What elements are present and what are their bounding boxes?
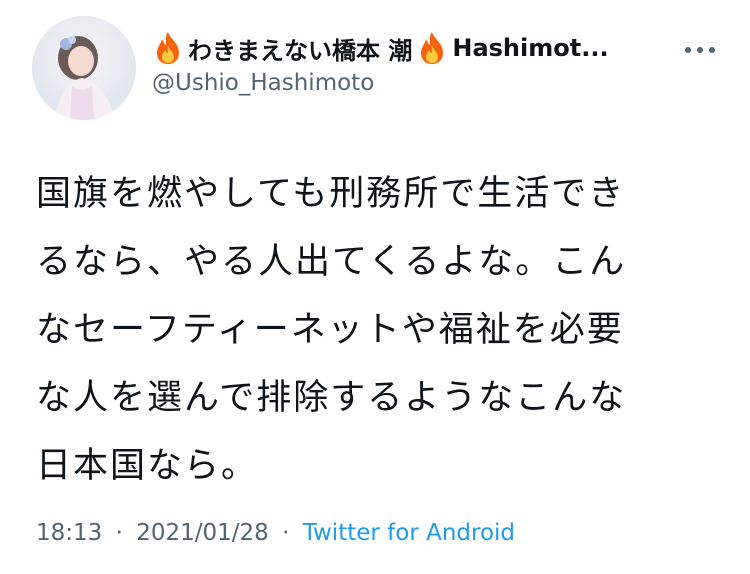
tweet-date[interactable]: 2021/01/28 bbox=[136, 520, 269, 546]
author-block[interactable]: わきまえない橋本 潮 Hashimot... @Ushio_Hashimoto bbox=[152, 28, 672, 96]
meta-separator: · bbox=[282, 520, 290, 546]
tweet-card: わきまえない橋本 潮 Hashimot... @Ushio_Hashimoto … bbox=[0, 0, 750, 574]
tweet-time[interactable]: 18:13 bbox=[36, 520, 102, 546]
display-name-part2: Hashimot... bbox=[452, 34, 609, 62]
fire-icon bbox=[152, 31, 184, 65]
tweet-meta: 18:13 · 2021/01/28 · Twitter for Android bbox=[36, 520, 515, 546]
display-name-part1: わきまえない橋本 潮 bbox=[188, 36, 413, 65]
more-horizontal-icon[interactable] bbox=[682, 40, 718, 60]
display-name[interactable]: わきまえない橋本 潮 Hashimot... bbox=[152, 28, 672, 68]
avatar[interactable] bbox=[32, 16, 136, 120]
tweet-source-link[interactable]: Twitter for Android bbox=[303, 520, 515, 546]
fire-icon bbox=[416, 31, 448, 65]
meta-separator: · bbox=[115, 520, 123, 546]
user-handle[interactable]: @Ushio_Hashimoto bbox=[152, 70, 672, 96]
tweet-text: 国旗を燃やしても刑務所で生活でき るなら、やる人出てくるよな。こん なセーフティ… bbox=[36, 174, 627, 486]
